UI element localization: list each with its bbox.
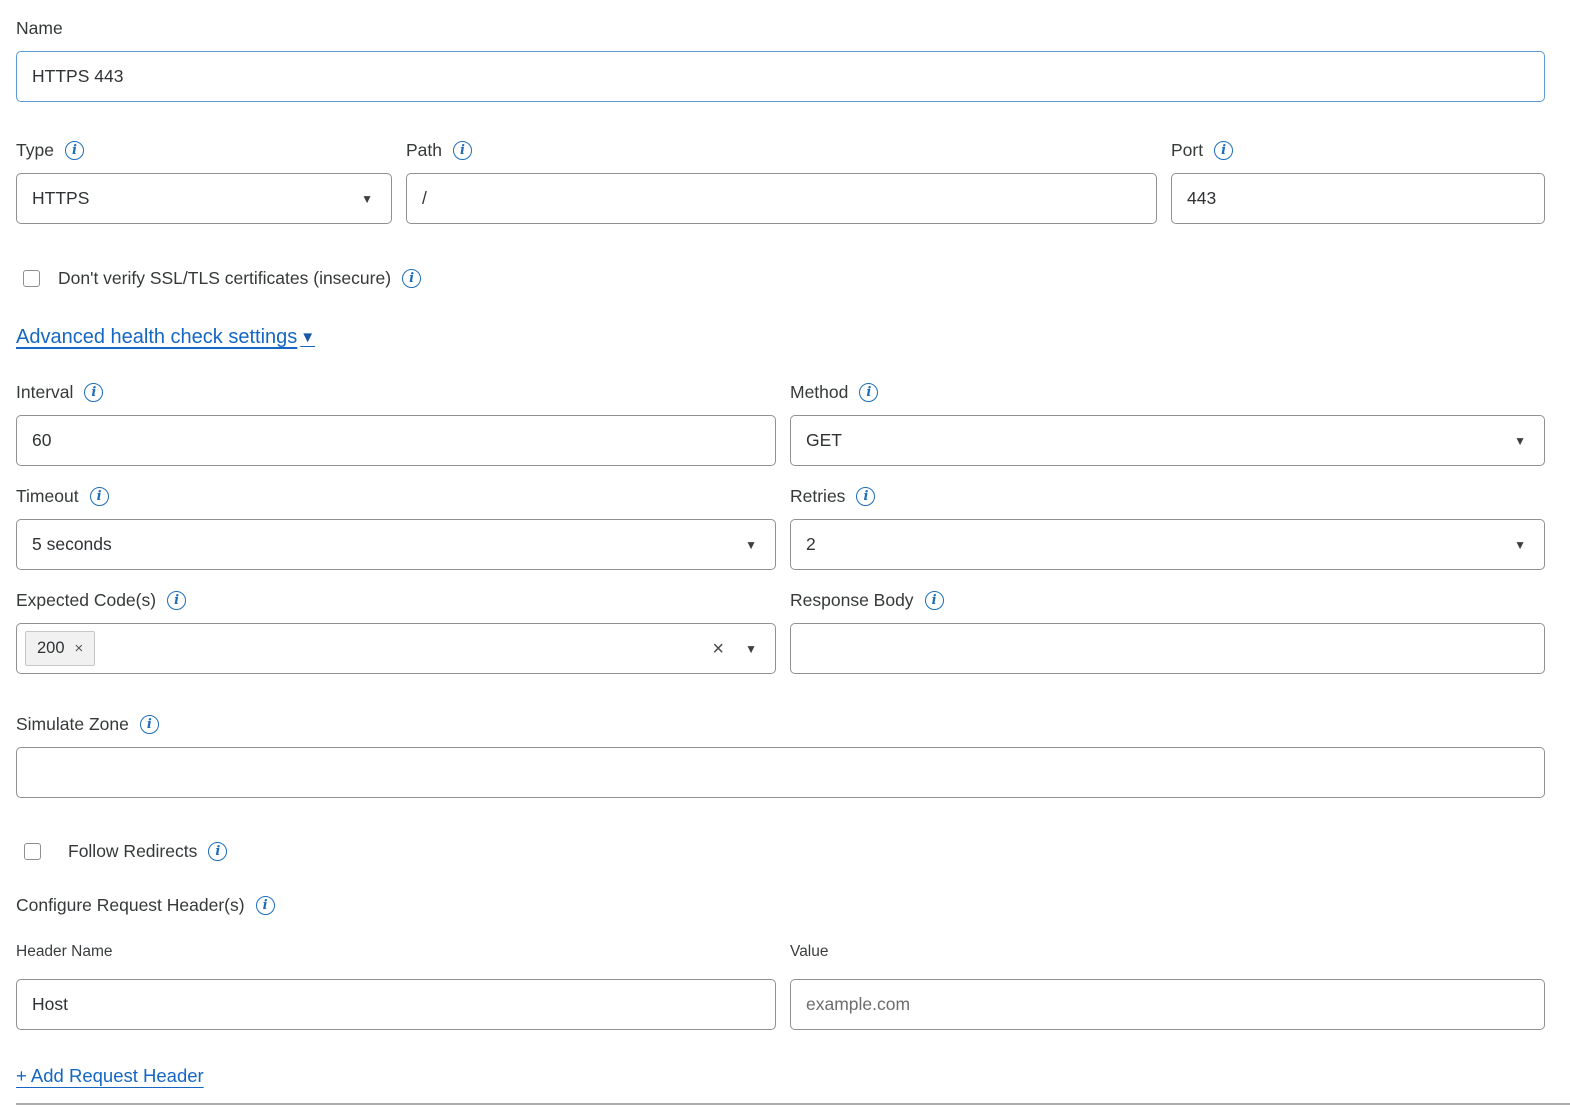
interval-label: Interval [16,382,73,403]
info-icon[interactable]: i [167,591,186,610]
chevron-down-icon: ▼ [361,193,373,205]
add-request-header-button[interactable]: + Add Request Header [16,1065,204,1086]
port-field: Port i [1171,139,1545,224]
codes-body-row: Expected Code(s) i 200 × × ▼ [16,589,1545,674]
follow-redirects-label: Follow Redirects [68,841,197,862]
port-input[interactable] [1171,173,1545,224]
remove-tag-icon[interactable]: × [75,641,84,656]
clear-selection-icon[interactable]: × [712,639,724,659]
header-value-label: Value [790,943,1545,961]
path-field: Path i [406,139,1157,224]
name-field: Name [16,17,1545,102]
type-field: Type i HTTPS ▼ [16,139,392,224]
type-select[interactable]: HTTPS ▼ [16,173,392,224]
chevron-down-icon: ▼ [1514,435,1526,447]
timeout-select[interactable]: 5 seconds ▼ [16,519,776,570]
name-input[interactable] [16,51,1545,102]
port-label: Port [1171,140,1203,161]
retries-select[interactable]: 2 ▼ [790,519,1545,570]
response-body-input[interactable] [790,623,1545,674]
header-name-label: Header Name [16,943,776,961]
interval-field: Interval i [16,381,776,466]
health-check-form: Name Type i HTTPS ▼ Path i Port i [16,17,1545,1105]
method-field: Method i GET ▼ [790,381,1545,466]
retries-label: Retries [790,486,845,507]
simulate-zone-field: Simulate Zone i [16,713,1545,798]
interval-input[interactable] [16,415,776,466]
type-path-port-row: Type i HTTPS ▼ Path i Port i [16,139,1545,224]
request-header-row: Header Name Value [16,943,1545,1030]
name-label: Name [16,18,63,39]
response-body-label: Response Body [790,590,914,611]
info-icon[interactable]: i [65,141,84,160]
timeout-field: Timeout i 5 seconds ▼ [16,485,776,570]
request-headers-section-row: Configure Request Header(s) i [16,895,1545,916]
method-select-value: GET [806,430,842,451]
info-icon[interactable]: i [1214,141,1233,160]
method-select[interactable]: GET ▼ [790,415,1545,466]
response-body-field: Response Body i [790,589,1545,674]
info-icon[interactable]: i [208,842,227,861]
retries-field: Retries i 2 ▼ [790,485,1545,570]
info-icon[interactable]: i [90,487,109,506]
timeout-retries-row: Timeout i 5 seconds ▼ Retries i 2 ▼ [16,485,1545,570]
section-divider [16,1103,1570,1105]
advanced-settings-row: Advanced health check settings▼ [16,326,1545,349]
chevron-down-icon: ▼ [1514,539,1526,551]
path-input[interactable] [406,173,1157,224]
simulate-zone-label: Simulate Zone [16,714,129,735]
request-headers-section-label: Configure Request Header(s) [16,895,245,916]
expected-codes-select[interactable]: 200 × × ▼ [16,623,776,674]
verify-ssl-label: Don't verify SSL/TLS certificates (insec… [58,268,391,289]
timeout-label: Timeout [16,486,79,507]
retries-select-value: 2 [806,534,816,555]
advanced-settings-section: Interval i Method i GET ▼ Timeout [16,381,1545,798]
info-icon[interactable]: i [859,383,878,402]
verify-ssl-row: Don't verify SSL/TLS certificates (insec… [16,268,1545,289]
timeout-select-value: 5 seconds [32,534,112,555]
code-tag-value: 200 [37,639,65,658]
header-name-input[interactable] [16,979,776,1030]
header-value-input[interactable] [790,979,1545,1030]
follow-redirects-row: Follow Redirects i [16,841,1545,862]
expected-codes-field: Expected Code(s) i 200 × × ▼ [16,589,776,674]
chevron-down-icon: ▼ [745,643,757,655]
add-header-row: + Add Request Header [16,1065,1545,1087]
simulate-zone-input[interactable] [16,747,1545,798]
follow-redirects-checkbox[interactable] [24,843,41,860]
type-label: Type [16,140,54,161]
type-select-value: HTTPS [32,188,89,209]
info-icon[interactable]: i [402,269,421,288]
caret-down-icon: ▼ [300,329,315,346]
info-icon[interactable]: i [84,383,103,402]
info-icon[interactable]: i [856,487,875,506]
info-icon[interactable]: i [925,591,944,610]
info-icon[interactable]: i [256,896,275,915]
advanced-settings-label: Advanced health check settings [16,326,297,349]
expected-codes-label: Expected Code(s) [16,590,156,611]
interval-method-row: Interval i Method i GET ▼ [16,381,1545,466]
advanced-settings-toggle[interactable]: Advanced health check settings▼ [16,326,315,349]
header-name-field: Header Name [16,943,776,1030]
chevron-down-icon: ▼ [745,539,757,551]
selected-codes: 200 × [25,631,95,666]
info-icon[interactable]: i [140,715,159,734]
path-label: Path [406,140,442,161]
multiselect-controls: × ▼ [712,639,757,659]
code-tag: 200 × [25,631,95,666]
method-label: Method [790,382,848,403]
verify-ssl-checkbox[interactable] [23,270,40,287]
info-icon[interactable]: i [453,141,472,160]
header-value-field: Value [790,943,1545,1030]
